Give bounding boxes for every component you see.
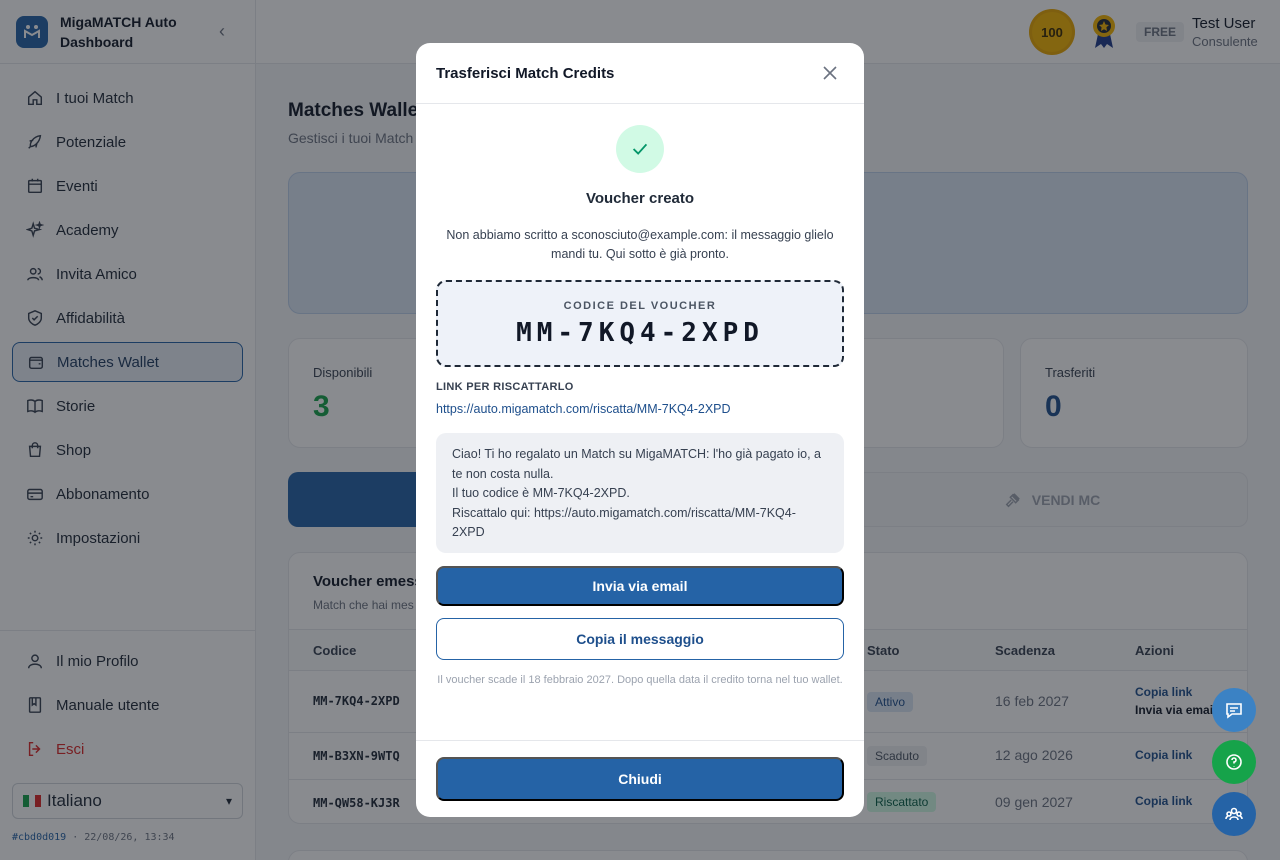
help-button[interactable] [1212,740,1256,784]
success-heading: Voucher creato [585,190,695,207]
chat-button[interactable] [1212,688,1256,732]
copy-message-button[interactable]: Copia il messaggio [436,618,844,660]
message-preview[interactable]: Ciao! Ti ho regalato un Match su MigaMAT… [436,433,844,553]
close-button[interactable]: Chiudi [436,757,844,801]
modal-header: Trasferisci Match Credits [416,43,864,104]
message-line: Riscattalo qui: https://auto.migamatch.c… [452,505,796,540]
message-line: Ciao! Ti ho regalato un Match su MigaMAT… [452,447,822,481]
help-icon [1226,754,1242,770]
message-line: Il tuo codice è MM-7KQ4-2XPD. [452,486,630,500]
voucher-code[interactable]: MM-7KQ4-2XPD [438,318,842,348]
redeem-link[interactable]: https://auto.migamatch.com/riscatta/MM-7… [436,402,731,416]
community-button[interactable] [1212,792,1256,836]
expiry-note: Il voucher scade il 18 febbraio 2027. Do… [437,674,843,686]
close-icon[interactable] [822,65,838,81]
chat-icon [1226,703,1242,719]
send-email-button[interactable]: Invia via email [436,566,844,606]
modal-title: Trasferisci Match Credits [436,65,615,82]
transfer-modal: Trasferisci Match Credits Voucher creato… [416,43,864,817]
voucher-code-box: CODICE DEL VOUCHER MM-7KQ4-2XPD [436,280,844,367]
modal-body: Voucher creato Non abbiamo scritto a sco… [416,104,864,740]
voucher-code-label: CODICE DEL VOUCHER [563,300,717,312]
success-badge [616,125,664,173]
modal-footer: Chiudi [416,740,864,817]
community-icon [1225,807,1243,821]
success-description: Non abbiamo scritto a sconosciuto@exampl… [446,228,834,261]
check-icon [632,143,648,155]
redeem-link-label: LINK PER RISCATTARLO [436,381,574,393]
